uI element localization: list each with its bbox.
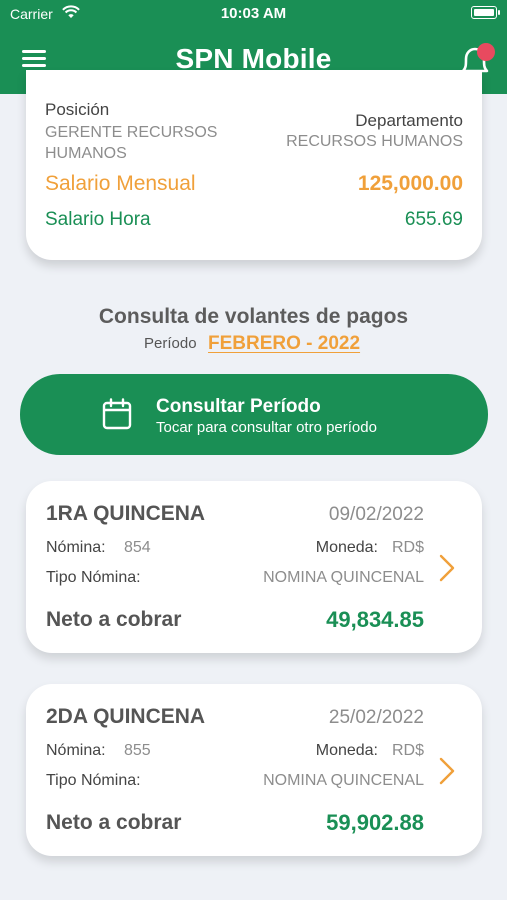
- nomina-label: Nómina:: [46, 742, 106, 759]
- status-bar: Carrier 10:03 AM: [0, 0, 507, 28]
- status-time: 10:03 AM: [220, 5, 287, 22]
- consultar-button-subtitle: Tocar para consultar otro período: [156, 419, 377, 436]
- department-value: RECURSOS HUMANOS: [286, 133, 463, 150]
- moneda-label: Moneda:: [315, 742, 378, 759]
- neto-value: 59,902.88: [326, 810, 424, 835]
- department-label: Departamento: [355, 111, 463, 130]
- tipo-nomina-value: NOMINA QUINCENAL: [263, 569, 424, 586]
- consulta-title: Consulta de volantes de pagos: [98, 305, 409, 328]
- nomina-label: Nómina:: [46, 539, 106, 556]
- period-label: Período: [144, 335, 197, 352]
- hourly-salary-label: Salario Hora: [45, 209, 151, 230]
- hourly-salary-value: 655.69: [404, 209, 463, 230]
- nomina-value: 854: [124, 539, 151, 556]
- monthly-salary-label: Salario Mensual: [45, 172, 196, 195]
- chevron-right-icon[interactable]: [438, 553, 456, 583]
- period-value-link[interactable]: FEBRERO - 2022: [208, 333, 360, 355]
- position-value: GERENTE RECURSOS HUMANOS: [45, 124, 218, 162]
- neto-label: Neto a cobrar: [46, 811, 182, 834]
- moneda-label: Moneda:: [315, 539, 378, 556]
- calendar-icon: [102, 398, 132, 430]
- tipo-nomina-label: Tipo Nómina:: [46, 569, 141, 586]
- payment-title: 1RA QUINCENA: [46, 502, 206, 525]
- chevron-right-icon[interactable]: [438, 756, 456, 786]
- moneda-value: RD$: [391, 742, 424, 759]
- position-label: Posición: [45, 100, 110, 119]
- payment-card[interactable]: 2DA QUINCENA 25/02/2022 Nómina: 855 Mone…: [26, 684, 482, 856]
- neto-label: Neto a cobrar: [46, 608, 182, 631]
- moneda-value: RD$: [391, 539, 424, 556]
- tipo-nomina-value: NOMINA QUINCENAL: [263, 772, 424, 789]
- neto-value: 49,834.85: [326, 607, 424, 632]
- nomina-value: 855: [124, 742, 151, 759]
- battery-icon: [471, 6, 500, 19]
- notification-badge: [477, 43, 495, 61]
- consultar-button-title: Consultar Período: [156, 396, 321, 417]
- payment-date: 09/02/2022: [328, 504, 424, 525]
- payment-card[interactable]: 1RA QUINCENA 09/02/2022 Nómina: 854 Mone…: [26, 481, 482, 653]
- consultar-periodo-button[interactable]: Consultar Período Tocar para consultar o…: [20, 374, 488, 455]
- tipo-nomina-label: Tipo Nómina:: [46, 772, 141, 789]
- payment-date: 25/02/2022: [328, 707, 424, 728]
- monthly-salary-value: 125,000.00: [357, 172, 463, 195]
- payment-title: 2DA QUINCENA: [46, 705, 206, 728]
- employee-card: [26, 70, 482, 260]
